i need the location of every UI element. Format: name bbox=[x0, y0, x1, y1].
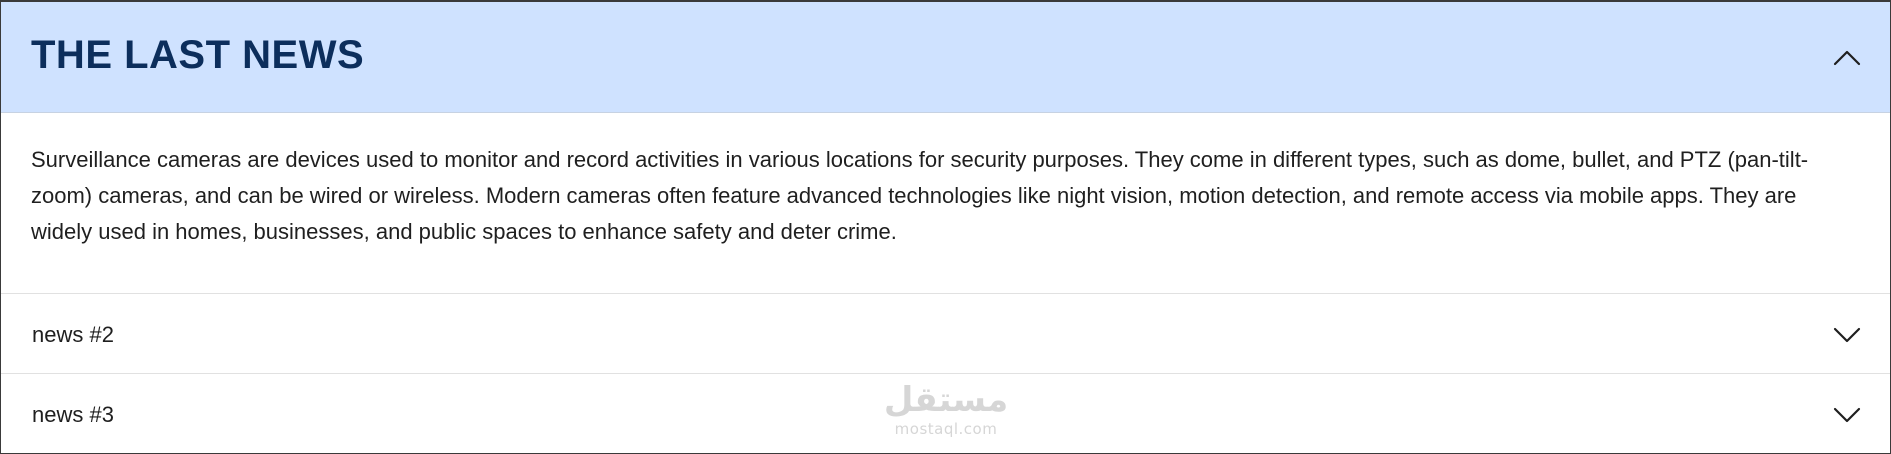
accordion-title: THE LAST NEWS bbox=[31, 33, 365, 77]
chevron-down-icon[interactable] bbox=[1832, 325, 1862, 345]
chevron-up-icon[interactable] bbox=[1832, 47, 1862, 67]
accordion-body: Surveillance cameras are devices used to… bbox=[1, 113, 1890, 294]
accordion-item-news-3[interactable]: news #3 bbox=[1, 375, 1890, 454]
news-accordion: THE LAST NEWS Surveillance cameras are d… bbox=[0, 0, 1891, 454]
accordion-item-label: news #2 bbox=[32, 322, 114, 347]
accordion-item-label: news #3 bbox=[32, 402, 114, 427]
accordion-header-last-news[interactable]: THE LAST NEWS bbox=[1, 2, 1890, 113]
news-body-text: Surveillance cameras are devices used to… bbox=[31, 147, 1809, 244]
accordion-item-news-2[interactable]: news #2 bbox=[1, 295, 1890, 374]
chevron-down-icon[interactable] bbox=[1832, 405, 1862, 425]
